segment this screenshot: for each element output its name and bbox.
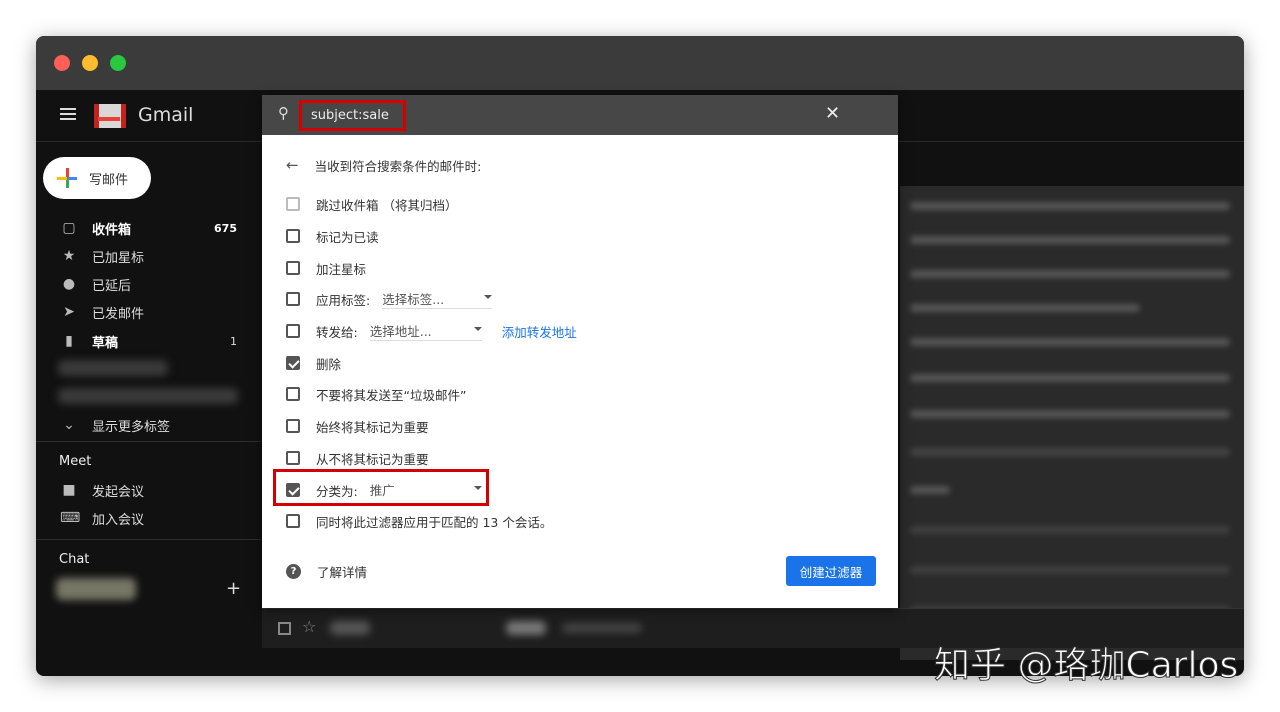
- back-arrow-icon[interactable]: ←: [286, 156, 299, 174]
- meet-new-meeting[interactable]: ■ 发起会议: [36, 476, 261, 504]
- sidebar-item-sent[interactable]: ➤ 已发邮件: [36, 298, 261, 326]
- option-label: 应用标签:: [316, 292, 371, 308]
- star-icon: ★: [62, 248, 76, 264]
- select-value: 选择标签...: [382, 292, 445, 307]
- send-icon: ➤: [63, 304, 75, 320]
- option-never-spam[interactable]: 不要将其发送至“垃圾邮件”: [286, 383, 466, 405]
- option-label: 删除: [316, 356, 342, 372]
- search-icon: ⚲: [278, 104, 289, 122]
- star-outline-icon[interactable]: ☆: [302, 617, 316, 636]
- checkbox[interactable]: [286, 356, 300, 370]
- option-mark-read[interactable]: 标记为已读: [286, 225, 379, 247]
- option-forward[interactable]: 转发给: 选择地址... 添加转发地址: [286, 320, 577, 342]
- sidebar-item-label: 已加星标: [92, 250, 145, 266]
- close-icon[interactable]: ✕: [825, 103, 840, 124]
- heading-text: 当收到符合搜索条件的邮件时:: [314, 158, 482, 174]
- checkbox-icon[interactable]: [278, 622, 291, 635]
- option-never-important[interactable]: 从不将其标记为重要: [286, 447, 429, 469]
- option-label: 同时将此过滤器应用于匹配的 13 个会话。: [316, 514, 553, 530]
- checkbox[interactable]: [286, 419, 300, 433]
- unread-count: 675: [214, 221, 237, 235]
- checkbox[interactable]: [286, 261, 300, 275]
- sidebar-item-label: 已延后: [92, 278, 132, 294]
- sidebar-item-starred[interactable]: ★ 已加星标: [36, 242, 261, 270]
- compose-button[interactable]: 写邮件: [43, 157, 151, 199]
- watermark: 知乎 @珞珈Carlos: [933, 645, 1239, 687]
- select-value: 选择地址...: [369, 324, 432, 339]
- checkbox[interactable]: [286, 197, 300, 211]
- zoom-window-button[interactable]: [110, 55, 126, 71]
- divider: [36, 539, 261, 540]
- highlight-box: [273, 469, 489, 506]
- menu-icon[interactable]: [60, 108, 76, 120]
- chat-heading: Chat: [59, 552, 90, 567]
- video-icon: ■: [62, 482, 76, 498]
- caret-down-icon: [484, 295, 493, 303]
- option-label: 加注星标: [316, 261, 367, 277]
- meet-join-meeting[interactable]: ⌨ 加入会议: [36, 504, 261, 532]
- option-always-important[interactable]: 始终将其标记为重要: [286, 415, 429, 437]
- add-forwarding-address-link[interactable]: 添加转发地址: [502, 322, 577, 341]
- sidebar-item-inbox[interactable]: ▢ 收件箱 675: [36, 214, 261, 242]
- keyboard-icon: ⌨: [60, 510, 81, 526]
- sidebar-item-drafts[interactable]: ▮ 草稿 1: [36, 327, 261, 355]
- option-apply-label[interactable]: 应用标签: 选择标签...: [286, 288, 493, 310]
- checkbox[interactable]: [286, 324, 300, 338]
- minimize-window-button[interactable]: [82, 55, 98, 71]
- filter-dialog: ⚲ subject:sale ✕ ← 当收到符合搜索条件的邮件时: 跳过收件箱 （…: [262, 95, 898, 608]
- option-star[interactable]: 加注星标: [286, 257, 366, 279]
- blurred-label: [58, 388, 238, 404]
- option-label: 不要将其发送至“垃圾邮件”: [316, 387, 467, 403]
- sidebar-item-snoozed[interactable]: ● 已延后: [36, 270, 261, 298]
- option-apply-existing[interactable]: 同时将此过滤器应用于匹配的 13 个会话。: [286, 510, 552, 532]
- draft-icon: ▮: [65, 333, 73, 349]
- sidebar-item-label: 加入会议: [92, 512, 145, 528]
- create-filter-button[interactable]: 创建过滤器: [786, 556, 876, 586]
- checkbox[interactable]: [286, 292, 300, 306]
- title-bar: [36, 36, 1244, 90]
- option-label: 标记为已读: [316, 229, 379, 245]
- address-select[interactable]: 选择地址...: [369, 321, 482, 341]
- sidebar-item-label: 已发邮件: [92, 306, 145, 322]
- filter-heading: ← 当收到符合搜索条件的邮件时:: [286, 154, 481, 176]
- checkbox[interactable]: [286, 514, 300, 528]
- gmail-logo[interactable]: [94, 104, 126, 128]
- help-icon: ?: [286, 563, 301, 579]
- email-list-blurred: [900, 186, 1244, 660]
- draft-count: 1: [230, 334, 237, 348]
- checkbox[interactable]: [286, 229, 300, 243]
- meet-heading: Meet: [59, 454, 92, 469]
- chevron-down-icon: ⌄: [63, 417, 75, 433]
- label-select[interactable]: 选择标签...: [382, 289, 493, 309]
- sidebar-item-label: 发起会议: [92, 484, 145, 500]
- brand-name: Gmail: [138, 104, 194, 126]
- plus-icon: [57, 168, 77, 188]
- inbox-icon: ▢: [62, 220, 76, 236]
- option-skip-inbox[interactable]: 跳过收件箱 （将其归档）: [286, 193, 457, 215]
- compose-label: 写邮件: [89, 172, 129, 188]
- blurred-label: [58, 360, 168, 376]
- option-delete[interactable]: 删除: [286, 352, 341, 374]
- checkbox[interactable]: [286, 387, 300, 401]
- sidebar-item-label: 草稿: [92, 335, 119, 351]
- option-label: 转发给:: [316, 324, 358, 340]
- sidebar-item-label: 收件箱: [92, 222, 132, 238]
- chat-contact-blurred[interactable]: [56, 578, 136, 600]
- clock-icon: ●: [62, 276, 76, 292]
- checkbox[interactable]: [286, 451, 300, 465]
- search-bar: ⚲ subject:sale ✕: [262, 95, 898, 135]
- close-window-button[interactable]: [54, 55, 70, 71]
- help-label: 了解详情: [317, 564, 368, 580]
- option-label: 跳过收件箱 （将其归档）: [316, 197, 458, 213]
- sidebar-item-label: 显示更多标签: [92, 419, 171, 435]
- caret-down-icon: [473, 327, 482, 335]
- divider: [36, 441, 261, 442]
- add-chat-icon[interactable]: +: [226, 578, 241, 599]
- show-more-labels[interactable]: ⌄ 显示更多标签: [36, 411, 261, 439]
- option-label: 从不将其标记为重要: [316, 451, 429, 467]
- learn-more-link[interactable]: ? 了解详情: [286, 560, 367, 582]
- search-input[interactable]: subject:sale: [299, 100, 406, 131]
- option-label: 始终将其标记为重要: [316, 419, 429, 435]
